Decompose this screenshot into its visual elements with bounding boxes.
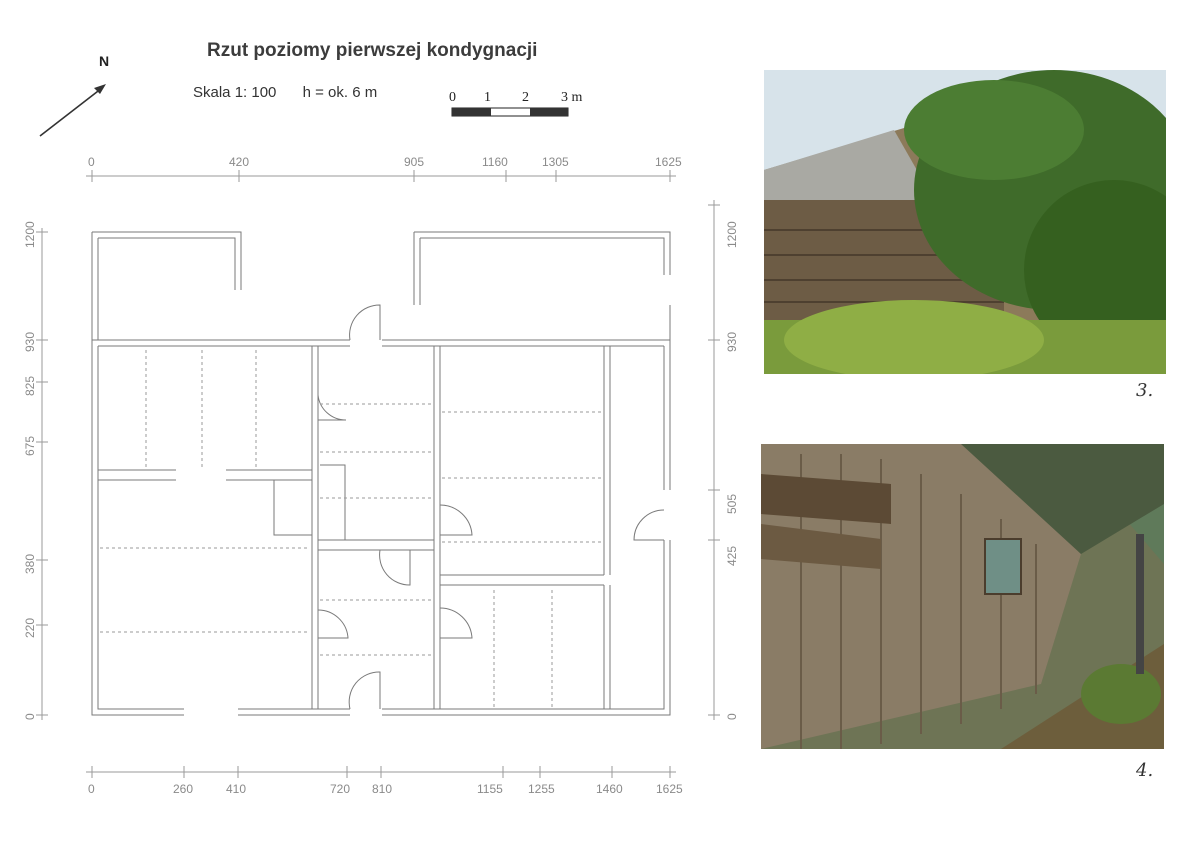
dim-left-0: 1200 xyxy=(23,221,37,248)
dim-right-0: 1200 xyxy=(725,221,739,248)
floor-plan: 0 420 905 1160 1305 1625 0 260 410 720 8… xyxy=(23,155,739,796)
dim-left-6: 0 xyxy=(23,713,37,720)
dim-bottom-2: 410 xyxy=(226,782,246,796)
dim-left-3: 675 xyxy=(23,436,37,456)
walls xyxy=(91,231,671,716)
dim-bottom-7: 1460 xyxy=(596,782,623,796)
dim-top-2: 905 xyxy=(404,155,424,169)
photo-3 xyxy=(764,70,1166,374)
photo-4 xyxy=(761,444,1164,749)
dim-bottom-0: 0 xyxy=(88,782,95,796)
dim-right-4: 0 xyxy=(725,713,739,720)
dim-left-4: 380 xyxy=(23,554,37,574)
dim-bottom-5: 1155 xyxy=(477,782,503,796)
dim-right-2: 505 xyxy=(725,494,739,514)
photo-4-label: 4. xyxy=(1136,760,1154,781)
dim-right-1: 930 xyxy=(725,332,739,352)
dim-top-0: 0 xyxy=(88,155,95,169)
dim-bottom-8: 1625 xyxy=(656,782,683,796)
dim-top-4: 1305 xyxy=(542,155,569,169)
dim-bottom-4: 810 xyxy=(372,782,392,796)
dim-bottom-6: 1255 xyxy=(528,782,555,796)
beam-lines xyxy=(100,350,602,707)
dim-left-2: 825 xyxy=(23,376,37,396)
photo-3-image xyxy=(764,70,1166,374)
dim-left-5: 220 xyxy=(23,618,37,638)
dim-top-5: 1625 xyxy=(655,155,682,169)
photo-4-image xyxy=(761,444,1164,749)
dim-bottom-3: 720 xyxy=(330,782,350,796)
dim-right-3: 425 xyxy=(725,546,739,566)
dim-bottom-1: 260 xyxy=(173,782,193,796)
drawing-sheet: Rzut poziomy pierwszej kondygnacji N Ska… xyxy=(0,0,1200,846)
dim-left-1: 930 xyxy=(23,332,37,352)
photo-3-label: 3. xyxy=(1136,380,1154,401)
door-swings xyxy=(317,304,665,710)
dim-top-1: 420 xyxy=(229,155,249,169)
dim-top-3: 1160 xyxy=(482,155,508,169)
